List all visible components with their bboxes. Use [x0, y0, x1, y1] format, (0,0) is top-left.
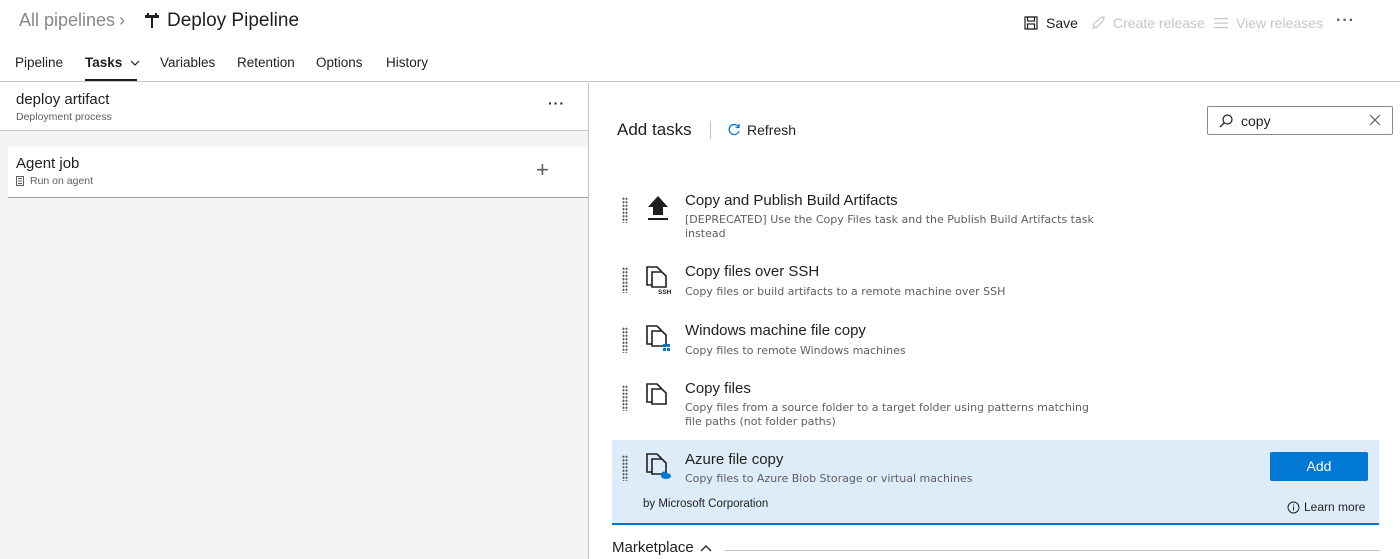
copy-files-icon	[646, 383, 667, 405]
stage-header[interactable]: deploy artifact Deployment process ···	[0, 83, 588, 131]
task-name: Windows machine file copy	[685, 322, 866, 339]
job-name: Agent job	[16, 155, 80, 172]
task-item-selected[interactable]: Azure file copy Copy files to Azure Blob…	[612, 440, 1379, 525]
add-tasks-title: Add tasks	[617, 120, 692, 139]
save-label: Save	[1046, 15, 1078, 31]
add-tasks-panel: Add tasks Refresh copy Copy and Publish …	[589, 83, 1400, 559]
chevron-down-icon	[130, 60, 140, 66]
save-button[interactable]: Save	[1024, 15, 1078, 31]
breadcrumb-all-pipelines[interactable]: All pipelines	[19, 10, 115, 31]
search-icon	[1219, 114, 1233, 128]
drag-handle-icon[interactable]	[622, 455, 628, 481]
close-icon[interactable]	[1368, 113, 1382, 127]
release-pipeline-icon	[144, 13, 160, 29]
agent-job[interactable]: Agent job Run on agent +	[8, 147, 588, 198]
tab-tasks[interactable]: Tasks	[85, 55, 140, 70]
task-name: Copy and Publish Build Artifacts	[685, 192, 898, 209]
azure-copy-icon	[646, 453, 671, 479]
breadcrumb-chevron-icon: ›	[119, 10, 125, 30]
svg-text:SSH: SSH	[658, 289, 672, 295]
search-value: copy	[1241, 113, 1271, 129]
refresh-button[interactable]: Refresh	[727, 122, 796, 138]
create-release-button[interactable]: Create release	[1090, 15, 1205, 31]
task-search-input[interactable]: copy	[1207, 106, 1393, 135]
tab-tasks-label: Tasks	[85, 55, 123, 70]
save-icon	[1024, 16, 1038, 30]
tab-history[interactable]: History	[386, 55, 428, 70]
tab-retention[interactable]: Retention	[237, 55, 295, 70]
server-icon	[16, 176, 24, 186]
upload-artifact-icon	[648, 196, 668, 220]
task-publisher: by Microsoft Corporation	[643, 498, 769, 510]
task-description: Copy files or build artifacts to a remot…	[685, 285, 1006, 298]
marketplace-divider	[725, 550, 1380, 551]
stage-more-icon[interactable]: ···	[548, 95, 565, 111]
process-panel: deploy artifact Deployment process ··· A…	[0, 83, 588, 559]
refresh-label: Refresh	[747, 122, 797, 138]
drag-handle-icon[interactable]	[622, 327, 628, 353]
more-actions-icon[interactable]: ···	[1336, 12, 1355, 30]
rocket-icon	[1091, 15, 1105, 29]
stage-name: deploy artifact	[16, 91, 110, 108]
learn-more-label: Learn more	[1304, 500, 1366, 514]
stage-subtitle: Deployment process	[16, 111, 112, 123]
task-item[interactable]: SSH Copy files over SSH Copy files or bu…	[612, 260, 1379, 310]
task-description: Copy files to remote Windows machines	[685, 344, 906, 357]
refresh-icon	[728, 123, 740, 136]
copy-ssh-icon: SSH	[646, 266, 672, 295]
add-task-button[interactable]: Add	[1270, 452, 1368, 481]
page-title: Deploy Pipeline	[167, 10, 300, 31]
add-task-plus-icon[interactable]: +	[536, 157, 549, 183]
task-name: Copy files	[685, 380, 751, 397]
task-item[interactable]: Copy files Copy files from a source fold…	[612, 377, 1379, 437]
task-description: [DEPRECATED] Use the Copy Files task and…	[685, 213, 1094, 240]
windows-copy-icon	[646, 325, 670, 351]
task-description: Copy files from a source folder to a tar…	[685, 401, 1089, 428]
view-releases-label: View releases	[1236, 15, 1323, 31]
tab-pipeline[interactable]: Pipeline	[15, 55, 63, 70]
create-release-label: Create release	[1113, 15, 1205, 31]
active-tab-indicator	[85, 79, 137, 81]
view-releases-button[interactable]: View releases	[1214, 15, 1323, 31]
info-icon	[1287, 501, 1300, 513]
task-item[interactable]: Windows machine file copy Copy files to …	[612, 319, 1379, 369]
job-subtitle: Run on agent	[16, 175, 93, 187]
drag-handle-icon[interactable]	[622, 267, 628, 293]
chevron-up-icon	[700, 544, 712, 551]
tab-variables[interactable]: Variables	[160, 55, 215, 70]
tab-bar: Pipeline Tasks Variables Retention Optio…	[0, 44, 1400, 82]
job-subtitle-label: Run on agent	[30, 175, 94, 187]
task-item[interactable]: Copy and Publish Build Artifacts [DEPREC…	[612, 188, 1379, 248]
learn-more-link[interactable]: Learn more	[1287, 500, 1365, 514]
task-name: Copy files over SSH	[685, 263, 820, 280]
tab-options[interactable]: Options	[316, 55, 363, 70]
header-separator	[710, 121, 711, 139]
drag-handle-icon[interactable]	[622, 197, 628, 223]
header-bar: All pipelines › Deploy Pipeline Save Cre…	[0, 0, 1400, 44]
task-description: Copy files to Azure Blob Storage or virt…	[685, 472, 973, 485]
task-name: Azure file copy	[685, 451, 784, 468]
marketplace-label: Marketplace	[612, 539, 694, 556]
list-icon	[1214, 18, 1228, 29]
drag-handle-icon[interactable]	[622, 385, 628, 411]
marketplace-section-toggle[interactable]: Marketplace	[612, 539, 712, 556]
